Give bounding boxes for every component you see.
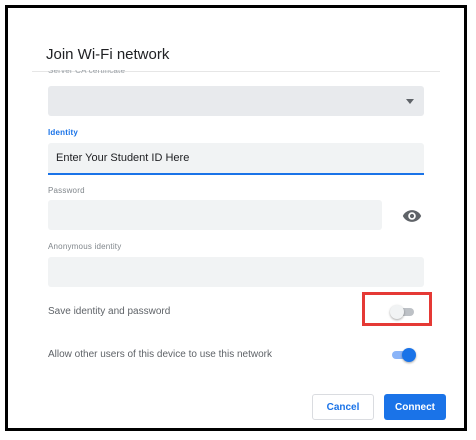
save-identity-label: Save identity and password: [48, 306, 171, 317]
toggle-thumb: [402, 348, 416, 362]
cancel-button[interactable]: Cancel: [312, 394, 374, 420]
join-wifi-dialog: Join Wi-Fi network Server CA certificate…: [22, 16, 450, 420]
screenshot-frame: Join Wi-Fi network Server CA certificate…: [5, 5, 467, 431]
dropdown-arrow-icon: [406, 99, 414, 104]
server-ca-label: Server CA certificate: [48, 70, 126, 75]
identity-label: Identity: [48, 128, 79, 137]
anonymous-identity-label: Anonymous identity: [48, 242, 122, 251]
identity-value: Enter Your Student ID Here: [56, 152, 190, 164]
allow-other-users-toggle[interactable]: [390, 348, 416, 362]
connect-button[interactable]: Connect: [384, 394, 446, 420]
password-input[interactable]: [48, 200, 382, 230]
server-ca-select[interactable]: [48, 86, 424, 116]
allow-other-users-label: Allow other users of this device to use …: [48, 349, 272, 360]
highlight-annotation-box: [362, 292, 432, 326]
anonymous-identity-input[interactable]: [48, 257, 424, 287]
dialog-title: Join Wi-Fi network: [46, 46, 170, 63]
show-password-icon[interactable]: [402, 206, 422, 226]
identity-input[interactable]: Enter Your Student ID Here: [48, 143, 424, 175]
password-label: Password: [48, 186, 85, 195]
